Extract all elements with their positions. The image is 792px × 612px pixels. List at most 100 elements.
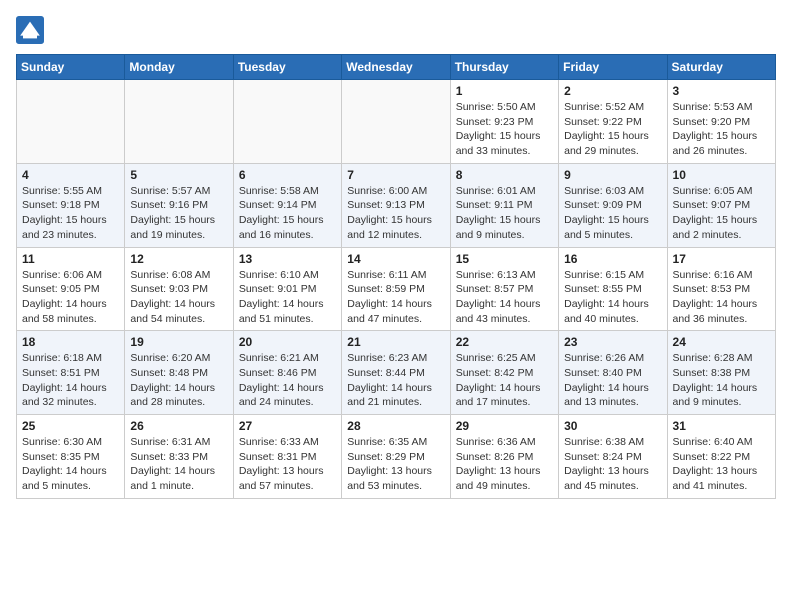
calendar-cell: 5 Sunrise: 5:57 AM Sunset: 9:16 PM Daylig… (125, 163, 233, 247)
calendar-cell: 10Sunrise: 6:05 AM Sunset: 9:07 PM Dayli… (667, 163, 775, 247)
day-number: 11 (22, 252, 119, 266)
day-info: Sunrise: 6:25 AM Sunset: 8:42 PM Dayligh… (456, 351, 553, 410)
calendar-cell: 16Sunrise: 6:15 AM Sunset: 8:55 PM Dayli… (559, 247, 667, 331)
day-number: 13 (239, 252, 336, 266)
weekday-header-thursday: Thursday (450, 55, 558, 80)
day-number: 19 (130, 335, 227, 349)
weekday-header-wednesday: Wednesday (342, 55, 450, 80)
day-info: Sunrise: 6:26 AM Sunset: 8:40 PM Dayligh… (564, 351, 661, 410)
day-info: Sunrise: 6:16 AM Sunset: 8:53 PM Dayligh… (673, 268, 770, 327)
calendar-cell: 17 Sunrise: 6:16 AM Sunset: 8:53 PM Dayli… (667, 247, 775, 331)
calendar-week-5: 25 Sunrise: 6:30 AM Sunset: 8:35 PM Dayli… (17, 415, 776, 499)
weekday-header-row: SundayMondayTuesdayWednesdayThursdayFrid… (17, 55, 776, 80)
logo-icon (16, 16, 44, 44)
weekday-header-sunday: Sunday (17, 55, 125, 80)
weekday-header-tuesday: Tuesday (233, 55, 341, 80)
day-number: 7 (347, 168, 444, 182)
calendar-cell: 2 Sunrise: 5:52 AM Sunset: 9:22 PM Daylig… (559, 80, 667, 164)
day-info: Sunrise: 6:06 AM Sunset: 9:05 PM Dayligh… (22, 268, 119, 327)
day-number: 20 (239, 335, 336, 349)
day-number: 15 (456, 252, 553, 266)
day-info: Sunrise: 6:00 AM Sunset: 9:13 PM Dayligh… (347, 184, 444, 243)
calendar-cell: 4 Sunrise: 5:55 AM Sunset: 9:18 PM Daylig… (17, 163, 125, 247)
calendar-week-3: 11 Sunrise: 6:06 AM Sunset: 9:05 PM Dayli… (17, 247, 776, 331)
day-info: Sunrise: 6:08 AM Sunset: 9:03 PM Dayligh… (130, 268, 227, 327)
day-info: Sunrise: 6:33 AM Sunset: 8:31 PM Dayligh… (239, 435, 336, 494)
day-number: 24 (673, 335, 770, 349)
calendar-table: SundayMondayTuesdayWednesdayThursdayFrid… (16, 54, 776, 499)
day-number: 28 (347, 419, 444, 433)
day-info: Sunrise: 6:30 AM Sunset: 8:35 PM Dayligh… (22, 435, 119, 494)
day-info: Sunrise: 5:52 AM Sunset: 9:22 PM Dayligh… (564, 100, 661, 159)
day-number: 25 (22, 419, 119, 433)
day-number: 3 (673, 84, 770, 98)
calendar-cell: 22 Sunrise: 6:25 AM Sunset: 8:42 PM Dayli… (450, 331, 558, 415)
calendar-cell (17, 80, 125, 164)
calendar-cell: 25 Sunrise: 6:30 AM Sunset: 8:35 PM Dayli… (17, 415, 125, 499)
calendar-cell (233, 80, 341, 164)
calendar-cell: 29 Sunrise: 6:36 AM Sunset: 8:26 PM Dayli… (450, 415, 558, 499)
day-info: Sunrise: 6:20 AM Sunset: 8:48 PM Dayligh… (130, 351, 227, 410)
day-number: 9 (564, 168, 661, 182)
day-number: 18 (22, 335, 119, 349)
day-number: 16 (564, 252, 661, 266)
calendar-cell: 8 Sunrise: 6:01 AM Sunset: 9:11 PM Daylig… (450, 163, 558, 247)
calendar-cell: 31 Sunrise: 6:40 AM Sunset: 8:22 PM Dayli… (667, 415, 775, 499)
calendar-cell: 11 Sunrise: 6:06 AM Sunset: 9:05 PM Dayli… (17, 247, 125, 331)
calendar-cell: 21 Sunrise: 6:23 AM Sunset: 8:44 PM Dayli… (342, 331, 450, 415)
day-info: Sunrise: 6:38 AM Sunset: 8:24 PM Dayligh… (564, 435, 661, 494)
weekday-header-monday: Monday (125, 55, 233, 80)
day-number: 12 (130, 252, 227, 266)
weekday-header-saturday: Saturday (667, 55, 775, 80)
page-header (16, 16, 776, 44)
day-info: Sunrise: 6:40 AM Sunset: 8:22 PM Dayligh… (673, 435, 770, 494)
day-info: Sunrise: 6:36 AM Sunset: 8:26 PM Dayligh… (456, 435, 553, 494)
logo (16, 16, 48, 44)
day-number: 1 (456, 84, 553, 98)
weekday-header-friday: Friday (559, 55, 667, 80)
day-number: 23 (564, 335, 661, 349)
day-info: Sunrise: 6:18 AM Sunset: 8:51 PM Dayligh… (22, 351, 119, 410)
calendar-cell: 23 Sunrise: 6:26 AM Sunset: 8:40 PM Dayli… (559, 331, 667, 415)
day-number: 27 (239, 419, 336, 433)
calendar-cell: 24 Sunrise: 6:28 AM Sunset: 8:38 PM Dayli… (667, 331, 775, 415)
day-number: 8 (456, 168, 553, 182)
day-number: 31 (673, 419, 770, 433)
calendar-cell: 30 Sunrise: 6:38 AM Sunset: 8:24 PM Dayli… (559, 415, 667, 499)
calendar-week-4: 18 Sunrise: 6:18 AM Sunset: 8:51 PM Dayli… (17, 331, 776, 415)
day-info: Sunrise: 6:11 AM Sunset: 8:59 PM Dayligh… (347, 268, 444, 327)
day-number: 4 (22, 168, 119, 182)
calendar-cell: 18 Sunrise: 6:18 AM Sunset: 8:51 PM Dayli… (17, 331, 125, 415)
day-info: Sunrise: 6:03 AM Sunset: 9:09 PM Dayligh… (564, 184, 661, 243)
day-number: 30 (564, 419, 661, 433)
calendar-cell (342, 80, 450, 164)
day-info: Sunrise: 6:05 AM Sunset: 9:07 PM Dayligh… (673, 184, 770, 243)
day-info: Sunrise: 6:31 AM Sunset: 8:33 PM Dayligh… (130, 435, 227, 494)
day-number: 29 (456, 419, 553, 433)
day-info: Sunrise: 6:21 AM Sunset: 8:46 PM Dayligh… (239, 351, 336, 410)
calendar-cell: 6Sunrise: 5:58 AM Sunset: 9:14 PM Daylig… (233, 163, 341, 247)
calendar-cell: 28Sunrise: 6:35 AM Sunset: 8:29 PM Dayli… (342, 415, 450, 499)
day-number: 21 (347, 335, 444, 349)
day-info: Sunrise: 6:28 AM Sunset: 8:38 PM Dayligh… (673, 351, 770, 410)
calendar-cell: 20 Sunrise: 6:21 AM Sunset: 8:46 PM Dayli… (233, 331, 341, 415)
day-info: Sunrise: 5:50 AM Sunset: 9:23 PM Dayligh… (456, 100, 553, 159)
calendar-cell: 27 Sunrise: 6:33 AM Sunset: 8:31 PM Dayli… (233, 415, 341, 499)
day-number: 5 (130, 168, 227, 182)
calendar-week-2: 4 Sunrise: 5:55 AM Sunset: 9:18 PM Daylig… (17, 163, 776, 247)
day-number: 2 (564, 84, 661, 98)
day-info: Sunrise: 5:57 AM Sunset: 9:16 PM Dayligh… (130, 184, 227, 243)
calendar-cell: 12 Sunrise: 6:08 AM Sunset: 9:03 PM Dayli… (125, 247, 233, 331)
calendar-cell: 1 Sunrise: 5:50 AM Sunset: 9:23 PM Daylig… (450, 80, 558, 164)
day-info: Sunrise: 6:23 AM Sunset: 8:44 PM Dayligh… (347, 351, 444, 410)
day-info: Sunrise: 6:13 AM Sunset: 8:57 PM Dayligh… (456, 268, 553, 327)
day-number: 17 (673, 252, 770, 266)
day-number: 22 (456, 335, 553, 349)
day-info: Sunrise: 6:01 AM Sunset: 9:11 PM Dayligh… (456, 184, 553, 243)
calendar-cell: 14Sunrise: 6:11 AM Sunset: 8:59 PM Dayli… (342, 247, 450, 331)
calendar-cell: 3 Sunrise: 5:53 AM Sunset: 9:20 PM Daylig… (667, 80, 775, 164)
day-info: Sunrise: 5:55 AM Sunset: 9:18 PM Dayligh… (22, 184, 119, 243)
calendar-cell: 19 Sunrise: 6:20 AM Sunset: 8:48 PM Dayli… (125, 331, 233, 415)
day-info: Sunrise: 5:53 AM Sunset: 9:20 PM Dayligh… (673, 100, 770, 159)
calendar-cell: 13Sunrise: 6:10 AM Sunset: 9:01 PM Dayli… (233, 247, 341, 331)
